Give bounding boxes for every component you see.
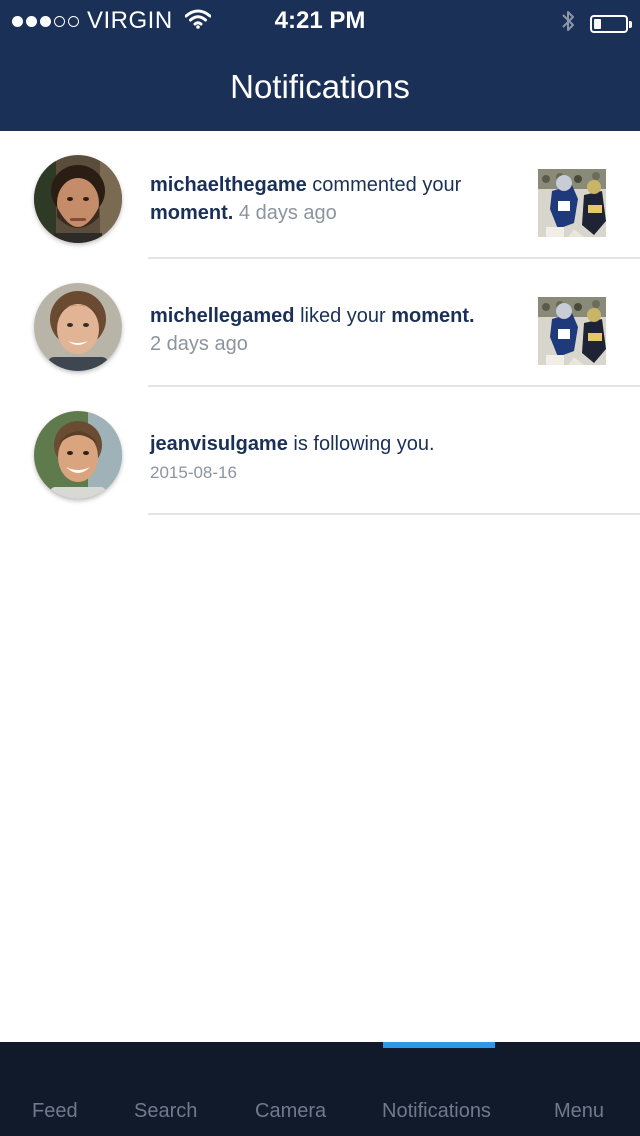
avatar[interactable] xyxy=(34,155,122,243)
battery-nub xyxy=(629,20,632,28)
username-link[interactable]: michaelthegame xyxy=(150,174,307,196)
notification-action: liked your xyxy=(294,305,392,327)
page-title: Notifications xyxy=(230,68,410,105)
notification-text: michellegamed liked your moment. 2 days a… xyxy=(150,302,520,358)
notification-action: is following you. xyxy=(287,433,435,455)
avatar[interactable] xyxy=(34,283,122,371)
moment-thumbnail[interactable] xyxy=(538,297,606,365)
tab-feed[interactable]: Feed xyxy=(32,1100,78,1123)
battery-icon xyxy=(590,14,632,33)
active-tab-indicator xyxy=(383,1042,495,1048)
username-link[interactable]: michellegamed xyxy=(150,305,295,327)
notification-item[interactable]: jeanvisulgame is following you. 2015-08-1… xyxy=(0,387,640,515)
tab-camera[interactable]: Camera xyxy=(255,1100,326,1123)
tab-bar: Feed Search Camera Notifications Menu xyxy=(0,1042,640,1136)
moment-link[interactable]: moment. xyxy=(150,202,233,224)
row-divider xyxy=(148,513,640,515)
tab-search[interactable]: Search xyxy=(134,1100,197,1123)
tab-notifications[interactable]: Notifications xyxy=(382,1100,491,1123)
notification-item[interactable]: michaelthegame commented your moment. 4 … xyxy=(0,131,640,259)
notification-text: jeanvisulgame is following you. 2015-08-1… xyxy=(150,430,520,487)
notification-time: 2 days ago xyxy=(150,333,248,355)
notification-time: 4 days ago xyxy=(233,202,337,224)
status-time: 4:21 PM xyxy=(274,7,366,34)
battery-fill xyxy=(594,18,601,29)
bluetooth-icon xyxy=(560,9,576,38)
notification-text: michaelthegame commented your moment. 4 … xyxy=(150,171,520,227)
notification-time: 2015-08-16 xyxy=(150,463,237,482)
moment-link[interactable]: moment. xyxy=(391,305,474,327)
moment-thumbnail[interactable] xyxy=(538,169,606,237)
status-bar-right xyxy=(560,9,632,38)
status-bar: VIRGIN 4:21 PM xyxy=(0,0,640,42)
username-link[interactable]: jeanvisulgame xyxy=(150,433,288,455)
notification-list: michaelthegame commented your moment. 4 … xyxy=(0,131,640,515)
avatar[interactable] xyxy=(34,411,122,499)
notification-action: commented your xyxy=(306,174,462,196)
notification-item[interactable]: michellegamed liked your moment. 2 days a… xyxy=(0,259,640,387)
tab-menu[interactable]: Menu xyxy=(554,1100,604,1123)
app-header: VIRGIN 4:21 PM Notifications xyxy=(0,0,640,131)
